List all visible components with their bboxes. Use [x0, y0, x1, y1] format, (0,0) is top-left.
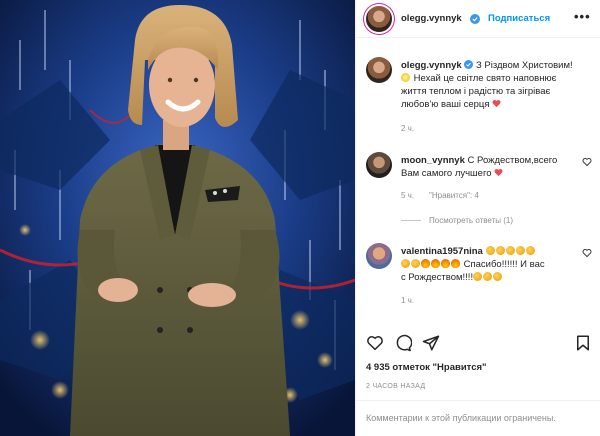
author-username[interactable]: olegg.vynnyk	[401, 13, 462, 24]
comment-like-heart-icon[interactable]	[582, 248, 592, 258]
commenter-username[interactable]: moon_vynnyk	[401, 155, 465, 166]
post-photo[interactable]	[0, 0, 355, 436]
likes-count[interactable]: 4 935 отметок "Нравится"	[366, 362, 487, 373]
comment-time: 5 ч.	[401, 191, 415, 200]
more-options-icon[interactable]: •••	[574, 9, 591, 24]
post-actions-bar	[356, 328, 600, 358]
clapping-hands-emoji-icon	[401, 259, 410, 268]
fire-emoji-icon	[451, 259, 460, 268]
clapping-hands-emoji-icon	[515, 246, 525, 255]
fire-emoji-icon	[421, 259, 430, 268]
comment-likes-count[interactable]: "Нравится": 4	[429, 191, 479, 200]
verified-badge-icon	[464, 60, 474, 69]
red-heart-emoji-icon	[492, 100, 501, 108]
commenter-avatar[interactable]	[366, 243, 392, 269]
commenter-username[interactable]: valentina1957nina	[401, 246, 483, 257]
clapping-hands-emoji-icon	[493, 272, 503, 281]
caption-line-1: З Різдвом Христовим!	[476, 60, 573, 71]
paper-plane-icon[interactable]	[422, 334, 440, 352]
comments-restricted-footer: Комментарии к этой публикации ограничены…	[356, 400, 600, 436]
caption-time: 2 ч.	[401, 124, 415, 133]
caption-username[interactable]: olegg.vynnyk	[401, 60, 462, 71]
comment-like-heart-icon[interactable]	[582, 157, 592, 167]
comments-restricted-notice: Комментарии к этой публикации ограничены…	[366, 413, 556, 423]
clapping-hands-emoji-icon	[473, 272, 483, 281]
caption-author-avatar[interactable]	[366, 57, 392, 83]
bookmark-icon[interactable]	[574, 334, 592, 352]
clapping-hands-emoji-icon	[483, 272, 493, 281]
verified-badge-icon	[470, 14, 480, 24]
caption-line-4: любов'ю ваші серця	[401, 99, 490, 110]
comment-time: 1 ч.	[401, 296, 415, 305]
clapping-hands-emoji-icon	[411, 259, 420, 268]
commenter-avatar[interactable]	[366, 152, 392, 178]
caption-line-3: життя теплом і радістю та зігріває	[401, 86, 551, 97]
fire-emoji-icon	[441, 259, 450, 268]
post-details-panel: olegg.vynnyk Подписаться ••• olegg.vynny…	[355, 0, 600, 436]
follow-button[interactable]: Подписаться	[488, 13, 550, 24]
sparkle-emoji-icon	[401, 73, 410, 82]
fire-emoji-icon	[431, 259, 440, 268]
comment-text-line-2: Спасибо!!!!!! И вас	[463, 259, 545, 270]
comment-text-line-2: Вам самого лучшего	[401, 168, 492, 179]
clapping-hands-emoji-icon	[485, 246, 495, 255]
caption-line-2: Нехай це світле свято наповнює	[413, 73, 557, 84]
view-replies-label: Посмотреть ответы (1)	[429, 216, 514, 225]
comment-text-line-1: С Рождеством,всего	[467, 155, 558, 166]
heart-outline-icon[interactable]	[366, 334, 384, 352]
clapping-hands-emoji-icon	[495, 246, 505, 255]
clapping-hands-emoji-icon	[525, 246, 535, 255]
view-replies-button[interactable]: Посмотреть ответы (1)	[401, 216, 513, 225]
post-timestamp: 2 ЧАСОВ НАЗАД	[366, 383, 426, 390]
clapping-hands-emoji-icon	[505, 246, 515, 255]
post-photo-illustration	[0, 0, 355, 436]
red-heart-emoji-icon	[494, 169, 503, 177]
author-avatar[interactable]	[366, 6, 392, 32]
speech-bubble-icon[interactable]	[394, 334, 412, 352]
comment-text-line-3: с Рождеством!!!!	[401, 272, 474, 283]
post-header: olegg.vynnyk Подписаться •••	[356, 0, 600, 38]
